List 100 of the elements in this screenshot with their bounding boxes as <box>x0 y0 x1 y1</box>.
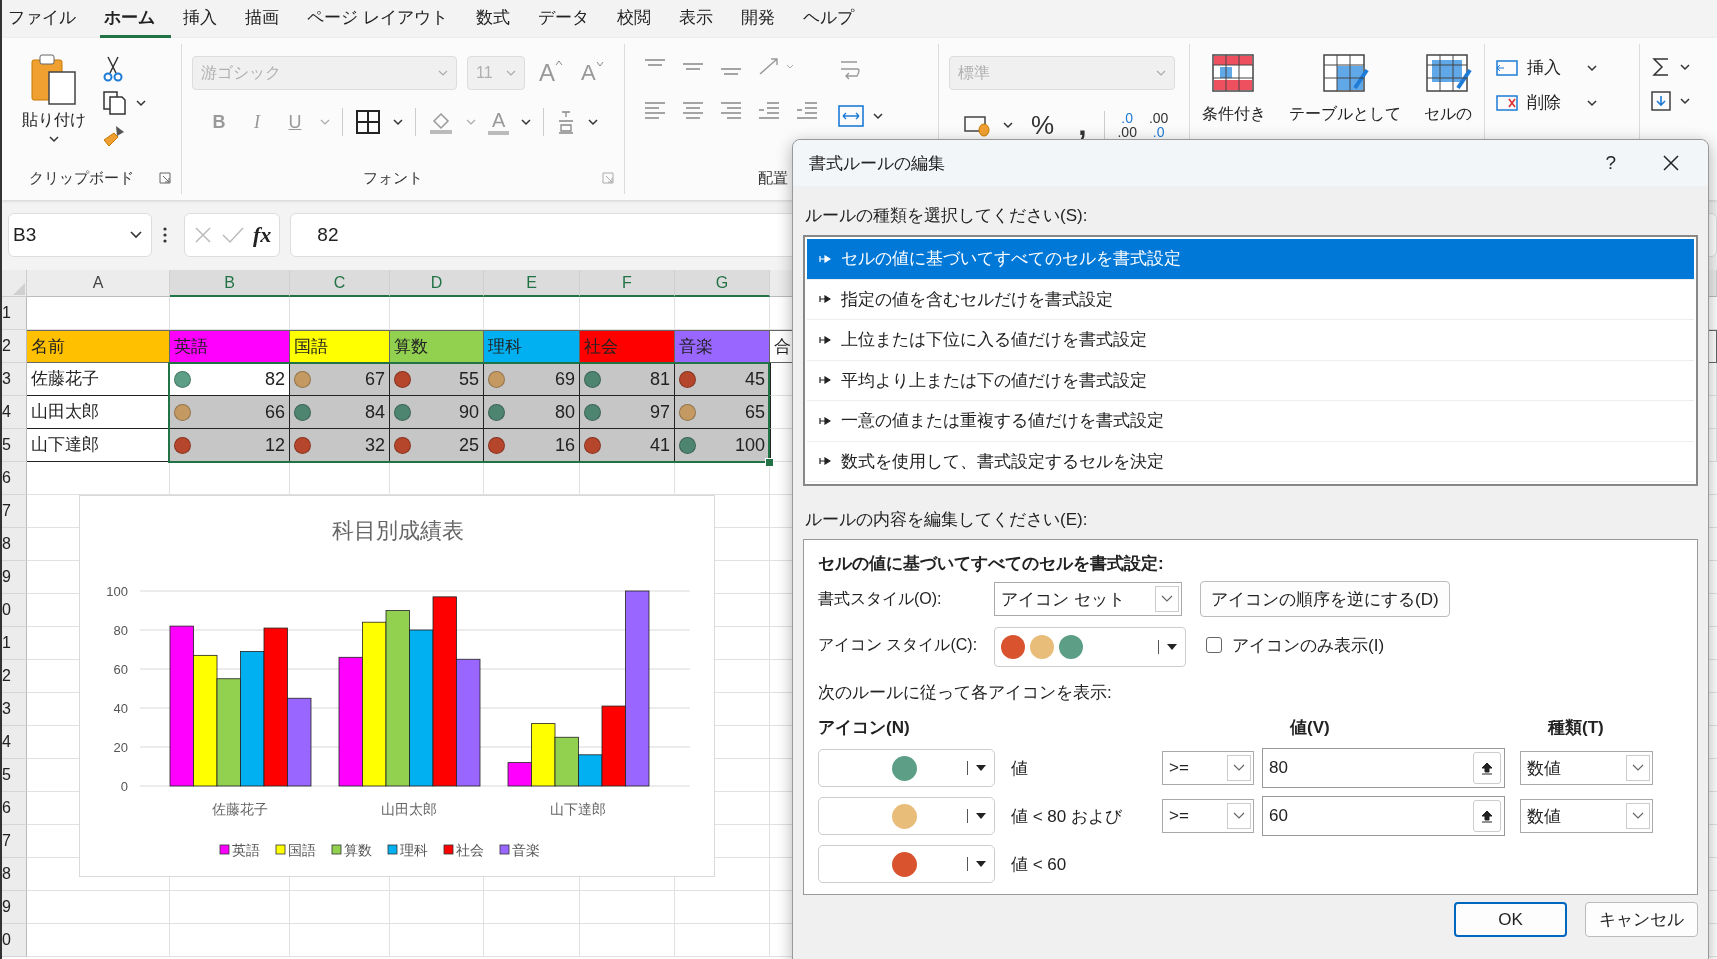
column-header[interactable]: F <box>580 270 675 297</box>
row-header[interactable]: 3 <box>2 693 27 726</box>
icon-only-checkbox[interactable]: アイコンのみ表示(I) <box>1206 633 1385 657</box>
rule-type-item[interactable]: 数式を使用して、書式設定するセルを決定 <box>807 441 1694 482</box>
merge-icon[interactable] <box>837 104 865 128</box>
scissors-icon[interactable] <box>102 56 124 82</box>
row-header[interactable]: 8 <box>2 528 27 561</box>
table-cell: 41 <box>580 429 675 462</box>
icon-picker[interactable] <box>818 749 995 787</box>
caret-icon[interactable] <box>521 118 532 126</box>
percent-button[interactable]: % <box>1025 109 1061 141</box>
rule-type-item[interactable]: 指定の値を含むセルだけを書式設定 <box>807 279 1694 320</box>
caret-icon[interactable] <box>136 99 146 107</box>
row-header[interactable]: 0 <box>2 924 27 957</box>
cancel-button[interactable]: キャンセル <box>1585 902 1698 937</box>
arrow-icon <box>819 335 831 344</box>
borders-icon[interactable] <box>355 109 381 135</box>
row-header[interactable]: 2 <box>2 660 27 693</box>
row-header[interactable]: 9 <box>2 891 27 924</box>
insert-function-button[interactable]: fx <box>253 222 272 248</box>
icon-picker[interactable] <box>818 845 995 883</box>
axis-label: 山田太郎 <box>381 801 437 817</box>
rule-type-item[interactable]: セルの値に基づいてすべてのセルを書式設定 <box>807 239 1694 280</box>
fill-handle[interactable] <box>765 458 774 467</box>
type-dropdown[interactable]: 数値 <box>1520 751 1653 785</box>
ribbon-tab[interactable]: 開発 <box>736 0 791 38</box>
ribbon-tab[interactable]: 校閲 <box>612 0 667 38</box>
increase-decimal-button[interactable]: .0 .00 <box>1117 111 1137 139</box>
more-icon[interactable] <box>162 225 168 245</box>
row-header[interactable]: 9 <box>2 561 27 594</box>
copy-icon[interactable] <box>102 90 128 116</box>
row-header[interactable]: 1 <box>2 627 27 660</box>
indent-icon[interactable] <box>757 100 781 120</box>
fill-down-icon[interactable] <box>1650 90 1672 112</box>
ribbon-tab[interactable]: ファイル <box>4 0 92 38</box>
indent-icon[interactable] <box>795 100 819 120</box>
launcher-icon[interactable] <box>159 172 171 184</box>
operator-dropdown[interactable]: >= <box>1162 751 1254 785</box>
row-header[interactable]: 1 <box>2 297 27 330</box>
check-icon[interactable] <box>221 225 245 245</box>
operator-dropdown[interactable]: >= <box>1162 799 1254 833</box>
decrease-decimal-button[interactable]: .00 .0 <box>1148 111 1169 139</box>
ribbon-tab[interactable]: 挿入 <box>179 0 233 38</box>
paste-button[interactable]: 貼り付け <box>20 50 88 162</box>
column-header[interactable]: A <box>27 270 170 297</box>
ribbon-tab[interactable]: 描画 <box>241 0 295 38</box>
rule-type-item[interactable]: 平均より上または下の値だけを書式設定 <box>807 360 1694 401</box>
icon-style-dropdown[interactable] <box>994 627 1186 667</box>
caret-icon[interactable] <box>1680 97 1690 105</box>
caret-icon[interactable] <box>1680 63 1690 71</box>
align-icon[interactable] <box>681 100 705 120</box>
row-header[interactable]: 4 <box>2 726 27 759</box>
row-header[interactable]: 5 <box>2 429 27 462</box>
column-header[interactable]: D <box>390 270 484 297</box>
caret-icon[interactable] <box>393 118 403 126</box>
name-box[interactable]: B3 <box>8 213 152 257</box>
ribbon-tab[interactable]: 数式 <box>471 0 526 38</box>
align-icon[interactable] <box>719 100 743 120</box>
row-header[interactable]: 6 <box>2 462 27 495</box>
column-header[interactable]: E <box>484 270 580 297</box>
ribbon-tab[interactable]: 表示 <box>674 0 729 38</box>
row-header[interactable]: 6 <box>2 792 27 825</box>
arrow-icon <box>819 295 831 304</box>
row-header[interactable]: 4 <box>2 396 27 429</box>
table-cell: 名前 <box>27 330 170 363</box>
ribbon-tab[interactable]: データ <box>533 0 605 38</box>
row-header[interactable]: 5 <box>2 759 27 792</box>
table-cell: 32 <box>290 429 390 462</box>
caret-icon[interactable] <box>1003 121 1013 129</box>
comma-button[interactable]: , <box>1072 108 1093 142</box>
insert-button[interactable]: 挿入 <box>1495 56 1629 79</box>
delete-button[interactable]: 削除 <box>1495 91 1629 114</box>
row-header[interactable]: 2 <box>2 330 27 363</box>
value-field[interactable]: 80 <box>1262 748 1505 788</box>
ribbon-tab[interactable]: ページ レイアウト <box>303 0 464 38</box>
brush-icon[interactable] <box>102 124 126 148</box>
close-icon[interactable] <box>1662 154 1680 172</box>
column-header[interactable]: G <box>675 270 770 297</box>
chart-area[interactable]: 科目別成績表 0 20 40 60 80 100 佐藤花子 山田太郎 山下達郎 英語 国語 算数 理科 社会 音楽 <box>79 495 715 877</box>
column-header[interactable]: B <box>170 270 290 297</box>
row-header[interactable]: 7 <box>2 495 27 528</box>
rule-type-item[interactable]: 上位または下位に入る値だけを書式設定 <box>807 320 1694 361</box>
row-header[interactable]: 7 <box>2 825 27 858</box>
ribbon-tab[interactable]: ヘルプ <box>798 0 870 38</box>
caret-icon[interactable] <box>588 118 599 126</box>
rule-type-item[interactable]: 一意の値または重複する値だけを書式設定 <box>807 401 1694 442</box>
ok-button[interactable]: OK <box>1454 902 1567 937</box>
type-dropdown[interactable]: 数値 <box>1520 799 1653 833</box>
row-header[interactable]: 3 <box>2 363 27 396</box>
format-style-dropdown[interactable]: アイコン セット <box>994 582 1182 616</box>
help-button[interactable]: ? <box>1605 152 1616 174</box>
clipboard-icon <box>29 52 79 106</box>
column-header[interactable]: C <box>290 270 390 297</box>
caret-icon[interactable] <box>873 112 883 120</box>
align-icon[interactable] <box>643 100 667 120</box>
reverse-order-button[interactable]: アイコンの順序を逆にする(D) <box>1200 581 1450 617</box>
value-field[interactable]: 60 <box>1262 796 1505 836</box>
row-header[interactable]: 0 <box>2 594 27 627</box>
row-header[interactable]: 8 <box>2 858 27 891</box>
dropdown-icon <box>976 861 986 867</box>
